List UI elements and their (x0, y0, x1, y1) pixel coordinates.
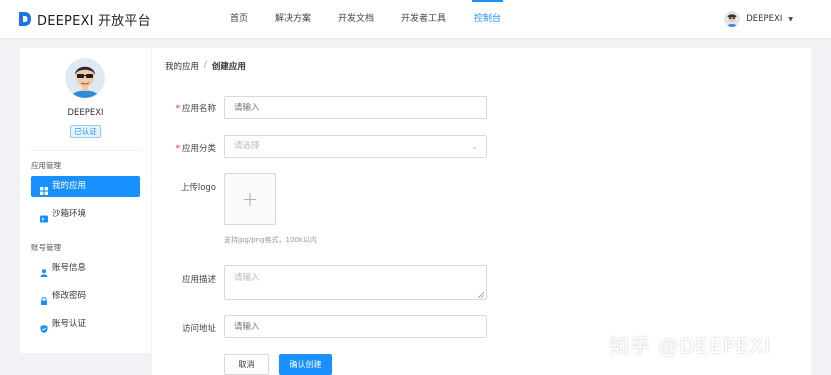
app-name-label: * 应用名称 (176, 102, 216, 114)
logo-upload-button[interactable]: + (224, 173, 276, 225)
breadcrumb-parent[interactable]: 我的应用 (165, 60, 199, 72)
url-label: 访问地址 (181, 324, 216, 334)
nav-solutions[interactable]: 解决方案 (275, 0, 311, 39)
description-label: 应用描述 (181, 275, 216, 285)
app-category-placeholder: 请选择 (234, 141, 260, 151)
sidebar-item-account-verification[interactable]: 账号认证 (31, 314, 140, 335)
sidebar-item-my-apps[interactable]: 我的应用 (31, 176, 140, 197)
brand-logo[interactable]: DEEPEXI 开放平台 (18, 10, 151, 29)
sidebar-item-label: 修改密码 (52, 291, 87, 301)
sidebar-item-change-password[interactable]: 修改密码 (31, 286, 140, 307)
sidebar-item-account-info[interactable]: 账号信息 (31, 258, 140, 279)
user-name: DEEPEXI (746, 14, 783, 24)
description-textarea[interactable]: 请输入 (224, 265, 487, 300)
sidebar-item-label: 账号信息 (52, 263, 87, 273)
main-panel: 我的应用 / 创建应用 *应用名称 *应用分类 请选择 ⌄ 上传logo + 支… (152, 48, 811, 375)
breadcrumb-current: 创建应用 (211, 62, 246, 72)
sidebar-item-sandbox[interactable]: 沙箱环境 (31, 204, 140, 225)
brand-name: DEEPEXI 开放平台 (37, 13, 151, 29)
cancel-button[interactable]: 取消 (224, 354, 269, 375)
app-category-select[interactable]: 请选择 ⌄ (224, 135, 487, 158)
app-name-input[interactable] (224, 96, 487, 119)
confirm-create-button[interactable]: 确认创建 (279, 354, 332, 375)
shield-icon (40, 321, 48, 333)
required-mark: * (175, 104, 180, 114)
nav-dev-tools[interactable]: 开发者工具 (401, 0, 446, 39)
lock-icon (40, 293, 48, 305)
breadcrumb: 我的应用 / 创建应用 (165, 60, 246, 72)
nav-docs[interactable]: 开发文档 (338, 0, 374, 39)
user-icon (40, 265, 48, 277)
caret-down-icon: ▼ (788, 15, 793, 23)
app-category-label: * 应用分类 (176, 142, 216, 154)
group-title-account-management: 账号管理 (31, 243, 61, 252)
sandbox-icon (40, 211, 48, 222)
logo-label: 上传logo (180, 183, 216, 193)
resize-grip-icon[interactable] (477, 291, 485, 299)
nav-home[interactable]: 首页 (230, 0, 248, 39)
verified-badge: 已认证 (70, 125, 101, 138)
sidebar-item-label: 沙箱环境 (52, 209, 87, 219)
profile-name: DEEPEXI (67, 108, 104, 118)
brand-logo-icon (18, 11, 32, 27)
sidebar-item-label: 账号认证 (52, 319, 87, 329)
avatar-icon (724, 11, 741, 27)
plus-icon: + (241, 187, 259, 211)
required-mark: * (175, 144, 180, 154)
app-category-label-text: 应用分类 (181, 144, 216, 154)
url-input[interactable] (224, 315, 487, 338)
app-name-label-text: 应用名称 (181, 104, 216, 114)
logo-upload-hint: 支持jpg/png格式，100k以内 (224, 236, 317, 244)
description-placeholder: 请输入 (234, 273, 260, 283)
profile-avatar (65, 58, 105, 98)
sidebar-divider (30, 150, 141, 151)
grid-icon (40, 183, 48, 195)
top-navigation-bar: DEEPEXI 开放平台 首页 解决方案 开发文档 开发者工具 控制台 DEEP… (0, 0, 831, 39)
group-title-app-management: 应用管理 (31, 161, 61, 170)
chevron-down-icon: ⌄ (471, 142, 478, 151)
user-menu[interactable]: DEEPEXI ▼ (724, 10, 793, 28)
sidebar: DEEPEXI 已认证 应用管理 我的应用 沙箱环境 账号管理 账号信息 修改密… (20, 48, 151, 353)
sidebar-item-label: 我的应用 (52, 181, 87, 191)
nav-console[interactable]: 控制台 (471, 0, 504, 39)
watermark: 知乎 @DEEPEXI (609, 334, 772, 358)
breadcrumb-separator: / (204, 60, 207, 70)
